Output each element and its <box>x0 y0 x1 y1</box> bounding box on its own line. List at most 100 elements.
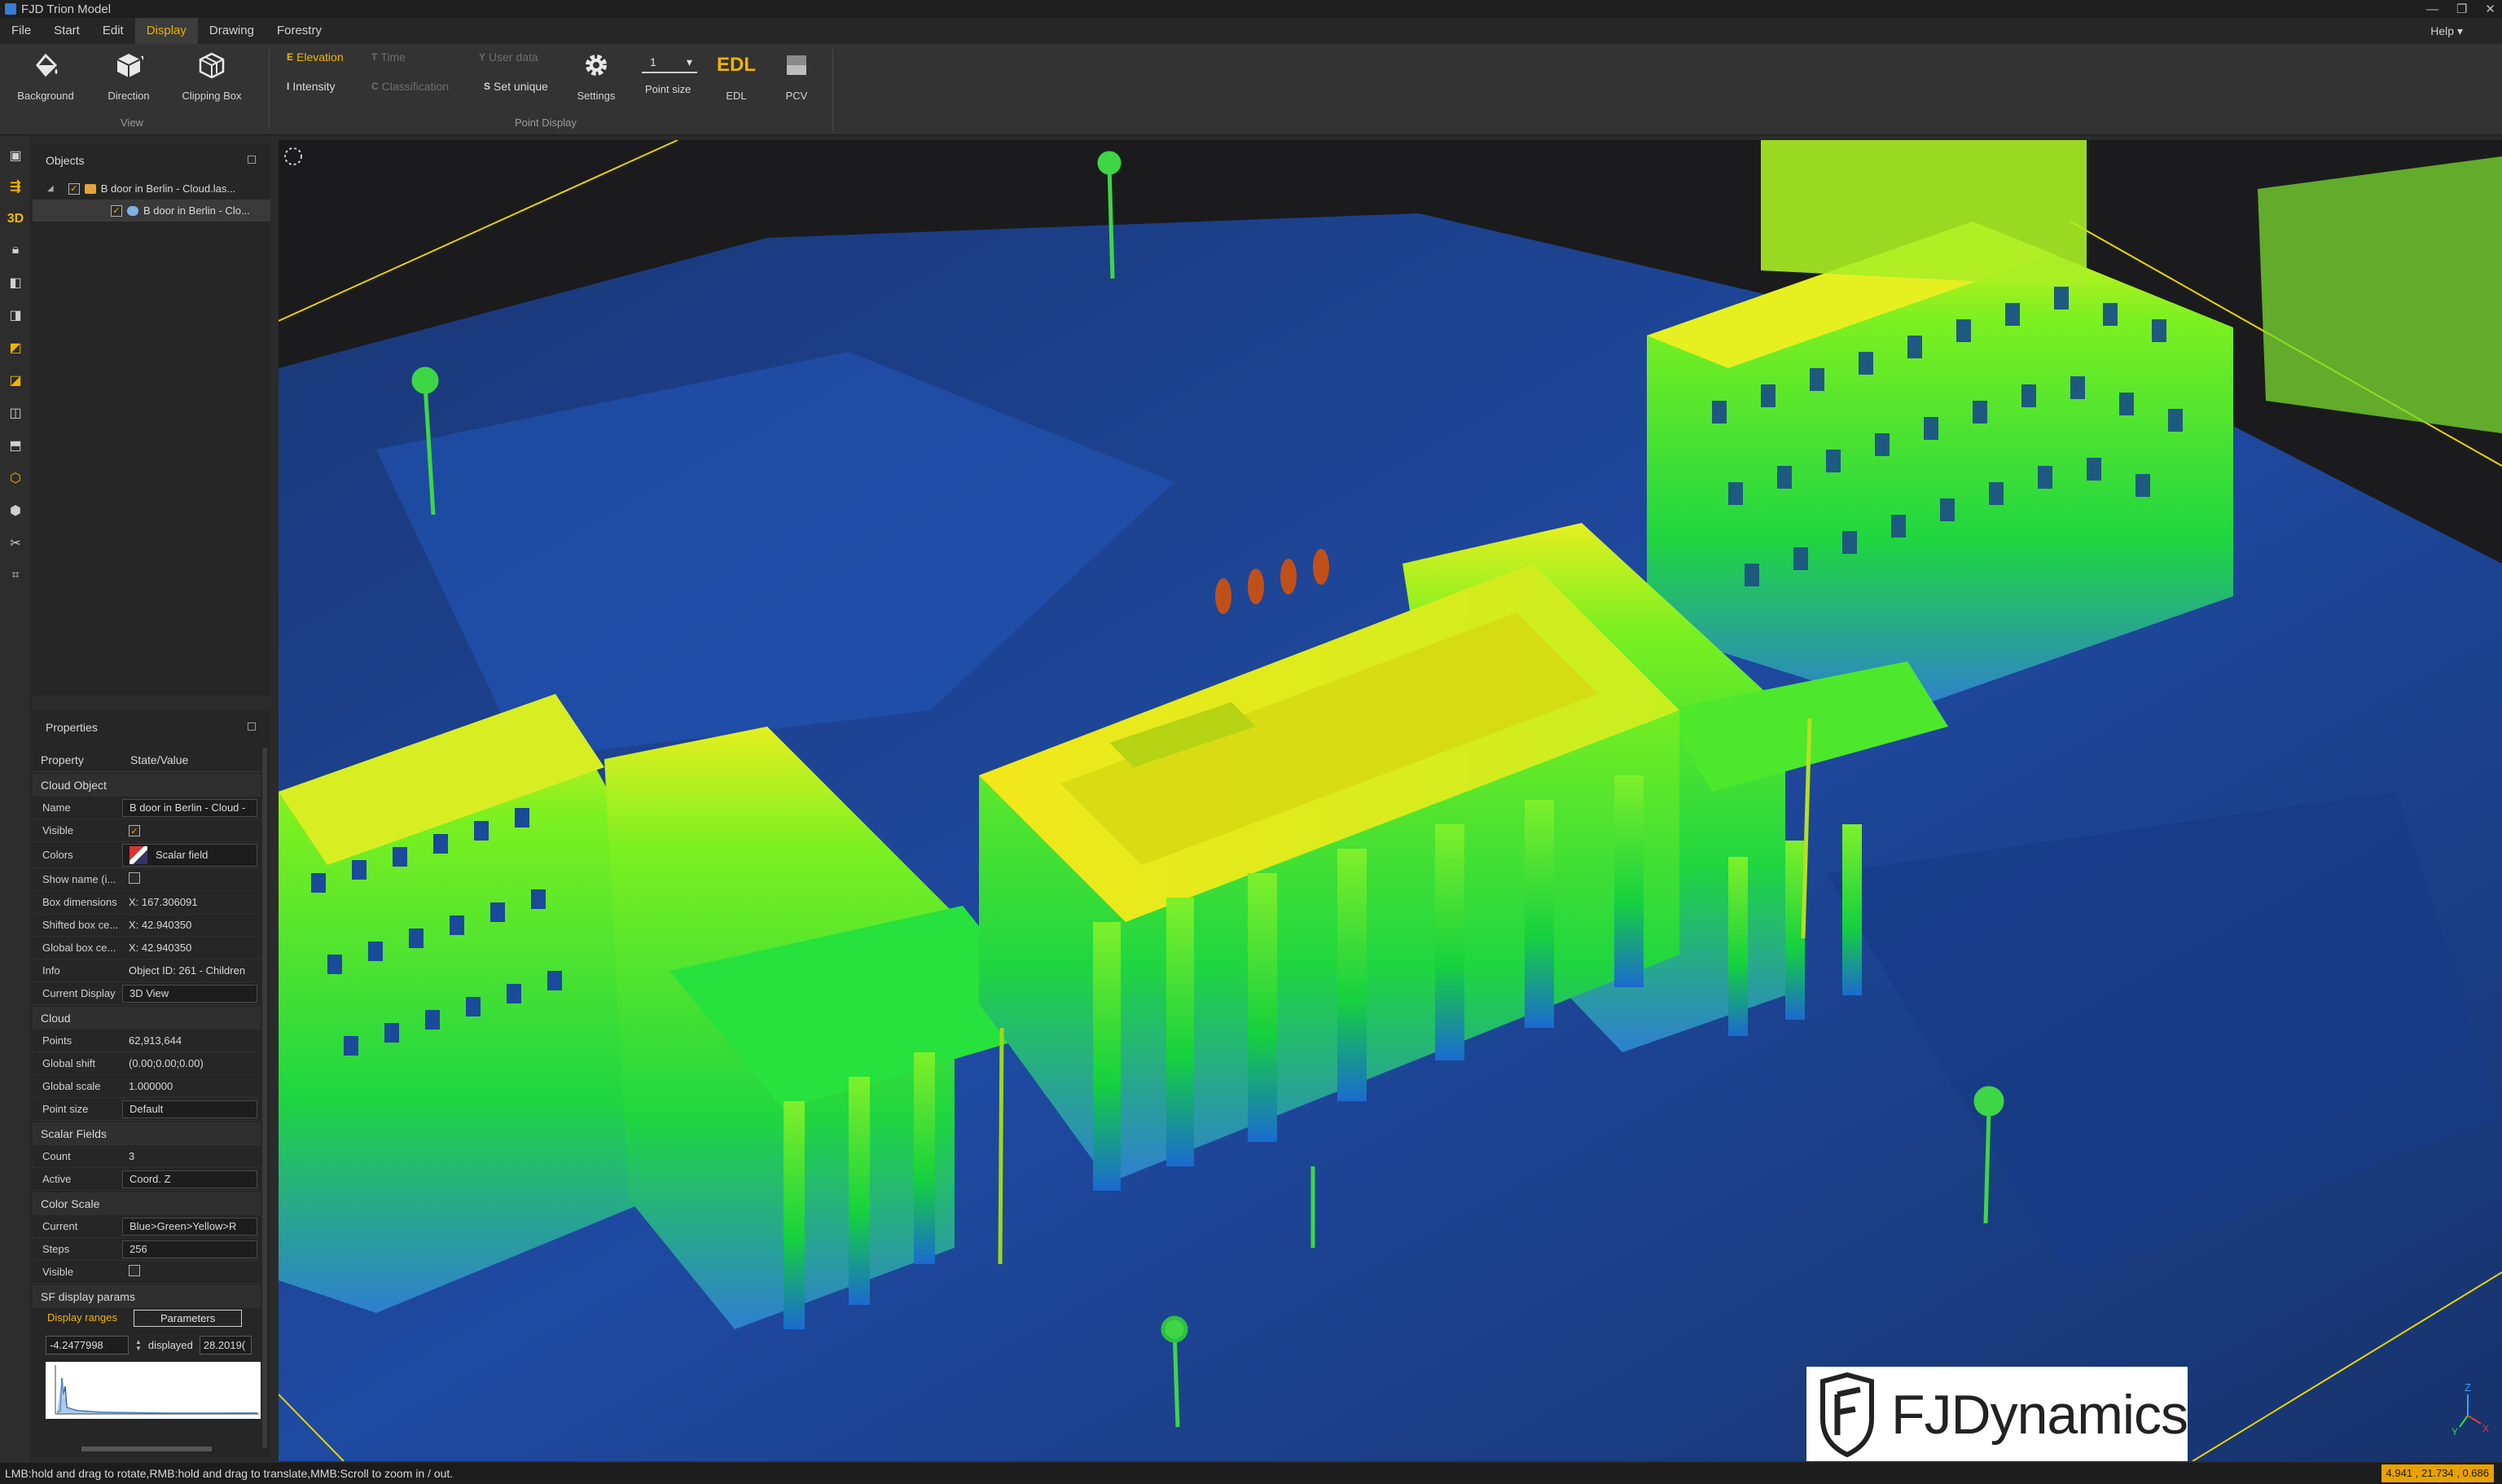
direction-button[interactable]: ▾ Direction <box>88 49 169 102</box>
restore-button[interactable]: ❐ <box>2456 2 2467 16</box>
range-max-input[interactable]: 28.2019( <box>199 1336 252 1354</box>
undock-icon[interactable] <box>248 156 256 164</box>
set-unique-icon: S <box>484 81 491 92</box>
menu-start[interactable]: Start <box>42 18 91 44</box>
prop-row: Points 62,913,644 <box>33 1030 261 1052</box>
tab-display-ranges[interactable]: Display ranges <box>41 1310 124 1327</box>
clipping-box-label: Clipping Box <box>182 90 242 102</box>
view-left-icon[interactable]: ◩ <box>5 337 26 358</box>
iso-view-1-icon[interactable]: ⬡ <box>5 468 26 489</box>
color-scale-visible-checkbox[interactable] <box>129 1265 140 1276</box>
select-tool-icon[interactable]: ▣ <box>5 145 26 166</box>
view-front-icon[interactable]: ◧ <box>5 272 26 293</box>
prop-key: Current <box>42 1220 78 1232</box>
point-size-field[interactable]: Default <box>122 1100 257 1118</box>
name-field[interactable]: B door in Berlin - Cloud - <box>122 798 257 817</box>
tab-parameters[interactable]: Parameters <box>134 1310 243 1327</box>
prop-key: Visible <box>42 1266 74 1278</box>
objects-title: Objects <box>46 154 85 167</box>
active-sf-select[interactable]: Coord. Z <box>122 1170 257 1188</box>
current-display-select[interactable]: 3D View <box>122 984 257 1003</box>
view-right-icon[interactable]: ◪ <box>5 370 26 391</box>
visible-checkbox[interactable]: ✓ <box>129 825 140 837</box>
undock-icon[interactable] <box>248 722 256 731</box>
objects-header: Objects <box>33 143 270 178</box>
spinner-icon[interactable]: ▲ ▼ <box>135 1338 142 1352</box>
background-button[interactable]: Background <box>5 49 86 102</box>
properties-panel: Properties Property State/Value Cloud Ob… <box>33 710 270 1458</box>
objects-panel: Objects ◢ ✓ B door in Berlin - Cloud.las… <box>33 143 270 696</box>
point-size-label: Point size <box>645 83 691 95</box>
prop-row: Name B door in Berlin - Cloud - <box>33 797 261 819</box>
column-value: State/Value <box>130 753 189 766</box>
close-button[interactable]: ✕ <box>2485 2 2495 16</box>
range-label: displayed <box>147 1339 193 1351</box>
set-unique-button[interactable]: S Set unique <box>484 80 548 93</box>
range-min-input[interactable]: -4.2477998 <box>46 1336 129 1354</box>
prop-row: Show name (i... <box>33 868 261 891</box>
clipping-box-button[interactable]: Clipping Box <box>171 49 252 102</box>
menu-edit[interactable]: Edit <box>91 18 135 44</box>
import-tool-icon[interactable]: ⇶ <box>5 176 26 197</box>
steps-field[interactable]: 256 <box>122 1240 257 1258</box>
status-bar: LMB:hold and drag to rotate,RMB:hold and… <box>0 1463 2502 1484</box>
tree-checkbox[interactable]: ✓ <box>68 182 80 195</box>
fjdynamics-watermark: FJDynamics <box>1806 1367 2188 1461</box>
view-top-icon[interactable]: ◫ <box>5 402 26 424</box>
menu-display[interactable]: Display <box>134 18 198 44</box>
prop-value: X: 167.306091 <box>129 896 198 908</box>
window-title: FJD Trion Model <box>21 2 112 16</box>
horizontal-scrollbar[interactable] <box>81 1447 212 1451</box>
background-label: Background <box>17 90 74 102</box>
menu-drawing[interactable]: Drawing <box>198 18 266 44</box>
pcv-label: PCV <box>785 90 808 102</box>
intensity-icon: I <box>287 81 290 92</box>
iso-view-2-icon[interactable]: ⬢ <box>5 500 26 521</box>
intensity-label: Intensity <box>292 80 336 93</box>
tree-item-child[interactable]: ✓ B door in Berlin - Clo... <box>33 200 270 222</box>
classification-button[interactable]: C Classification <box>371 80 449 93</box>
help-menu[interactable]: Help ▾ <box>2430 24 2463 38</box>
fjd-logo-icon <box>1819 1372 1874 1458</box>
tree-item-parent[interactable]: ◢ ✓ B door in Berlin - Cloud.las... <box>33 178 270 200</box>
settings-label: Settings <box>577 90 616 102</box>
point-size-select[interactable]: 1 ▾ <box>642 52 697 73</box>
prop-key: Global box ce... <box>42 942 116 954</box>
prop-row: Global shift (0.00;0.00;0.00) <box>33 1052 261 1075</box>
scissors-icon[interactable]: ✂ <box>5 533 26 554</box>
section-color-scale: Color Scale <box>33 1192 261 1215</box>
lock-icon[interactable]: 🔒︎ <box>5 239 26 261</box>
menu-bar: File Start Edit Display Drawing Forestry… <box>0 18 2502 44</box>
section-sf-display: SF display params <box>33 1285 261 1308</box>
loading-spinner-icon <box>284 147 302 165</box>
prop-value: (0.00;0.00;0.00) <box>129 1057 204 1069</box>
histogram[interactable] <box>46 1362 261 1419</box>
elevation-button[interactable]: E Elevation <box>287 50 344 64</box>
menu-forestry[interactable]: Forestry <box>266 18 333 44</box>
properties-columns: Property State/Value <box>33 748 261 772</box>
view-bottom-icon[interactable]: ⬒ <box>5 435 26 456</box>
menu-file[interactable]: File <box>0 18 42 44</box>
prop-key: Info <box>42 964 60 977</box>
prop-key: Active <box>42 1173 72 1185</box>
ribbon-separator <box>832 49 833 130</box>
cloud-icon <box>127 205 138 216</box>
show-name-checkbox[interactable] <box>129 872 140 884</box>
vertical-scrollbar[interactable] <box>262 748 267 1448</box>
expand-arrow-icon[interactable]: ◢ <box>47 184 54 193</box>
view-back-icon[interactable]: ◨ <box>5 305 26 326</box>
user-data-button[interactable]: Y User data <box>479 50 538 64</box>
prop-value: Object ID: 261 - Children <box>129 964 246 977</box>
viewport-3d[interactable]: Z X Y FJDynamics <box>279 140 2502 1461</box>
settings-button[interactable]: Settings <box>555 49 637 102</box>
minimize-button[interactable]: — <box>2426 2 2438 16</box>
intensity-button[interactable]: I Intensity <box>287 80 335 93</box>
pcv-button[interactable]: PCV <box>756 49 837 102</box>
view-3d-button[interactable]: 3D <box>5 209 26 230</box>
tree-checkbox[interactable]: ✓ <box>111 204 122 217</box>
properties-header: Properties <box>33 710 270 744</box>
time-button[interactable]: T Time <box>371 50 406 64</box>
colors-select[interactable]: Scalar field <box>122 843 257 867</box>
color-scale-select[interactable]: Blue>Green>Yellow>R <box>122 1217 257 1236</box>
crop-icon[interactable]: ⌗ <box>5 565 26 586</box>
